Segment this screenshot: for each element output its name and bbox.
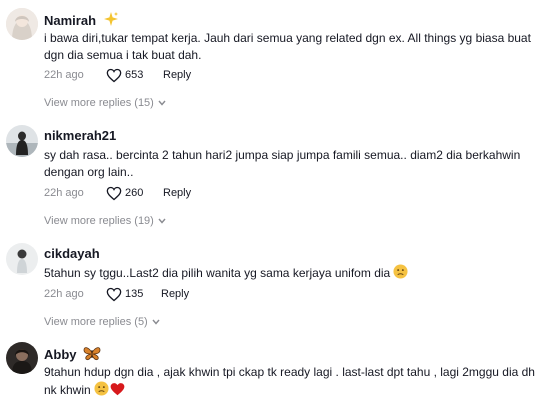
timestamp: 22h ago — [44, 288, 84, 300]
sparkles-icon — [103, 11, 119, 30]
avatar[interactable] — [6, 8, 38, 40]
chevron-down-icon — [158, 218, 166, 224]
username[interactable]: Namirah — [44, 11, 119, 30]
comment-text: i bawa diri,tukar tempat kerja. Jauh dar… — [44, 31, 531, 62]
timestamp: 22h ago — [44, 187, 84, 199]
comment-text: 5tahun sy tggu..Last2 dia pilih wanita y… — [44, 264, 549, 284]
sad-face-icon — [393, 264, 408, 284]
comment-text-content: 5tahun sy tggu..Last2 dia pilih wanita y… — [44, 266, 391, 280]
timestamp: 22h ago — [44, 69, 84, 81]
reply-button[interactable]: Reply — [163, 69, 191, 81]
reply-button[interactable]: Reply — [161, 288, 189, 300]
username[interactable]: nikmerah21 — [44, 128, 116, 143]
chevron-down-icon — [152, 319, 160, 325]
comment-meta: 22h ago 653 Reply — [44, 68, 244, 84]
avatar[interactable] — [6, 342, 38, 374]
like-count: 260 — [125, 187, 144, 199]
view-more-replies-label: View more replies (5) — [44, 316, 148, 328]
heart-icon[interactable] — [106, 68, 122, 86]
red-heart-icon — [110, 382, 125, 401]
comment-meta: 22h ago 135 Reply — [44, 287, 244, 303]
view-more-replies-button[interactable]: View more replies (5) — [44, 316, 160, 328]
sad-face-icon — [94, 381, 109, 401]
avatar[interactable] — [6, 243, 38, 275]
view-more-replies-button[interactable]: View more replies (15) — [44, 97, 166, 109]
username[interactable]: cikdayah — [44, 246, 100, 261]
heart-icon[interactable] — [106, 287, 122, 305]
like-count: 653 — [125, 69, 144, 81]
heart-icon[interactable] — [106, 186, 122, 204]
view-more-replies-label: View more replies (15) — [44, 97, 154, 109]
reply-button[interactable]: Reply — [163, 187, 191, 199]
view-more-replies-label: View more replies (19) — [44, 215, 154, 227]
username[interactable]: Abby — [44, 346, 101, 364]
butterfly-icon — [83, 346, 101, 364]
chevron-down-icon — [158, 100, 166, 106]
comment-text: sy dah rasa.. bercinta 2 tahun hari2 jum… — [44, 148, 521, 179]
like-count: 135 — [125, 288, 144, 300]
comment-meta: 22h ago 260 Reply — [44, 186, 244, 202]
comment-text: 9tahun hdup dgn dia , ajak khwin tpi cka… — [44, 364, 549, 401]
avatar[interactable] — [6, 125, 38, 157]
view-more-replies-button[interactable]: View more replies (19) — [44, 215, 166, 227]
